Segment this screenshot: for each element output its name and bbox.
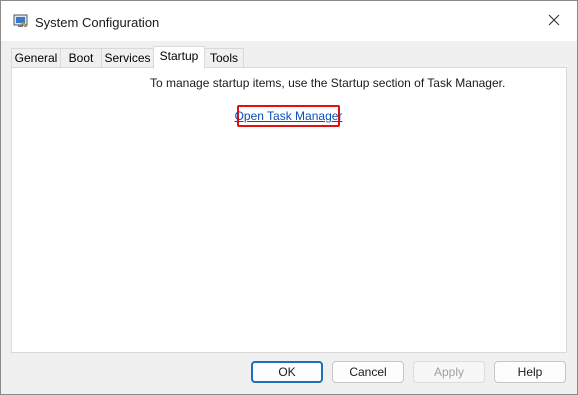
apply-button[interactable]: Apply xyxy=(413,361,485,383)
startup-message: To manage startup items, use the Startup… xyxy=(150,76,506,90)
close-button[interactable] xyxy=(531,1,577,41)
tab-tools[interactable]: Tools xyxy=(204,48,244,67)
cancel-button[interactable]: Cancel xyxy=(332,361,404,383)
title-bar: System Configuration xyxy=(1,1,577,41)
tab-services[interactable]: Services xyxy=(101,48,154,67)
tab-general[interactable]: General xyxy=(11,48,61,67)
close-icon xyxy=(548,14,560,29)
help-button[interactable]: Help xyxy=(494,361,566,383)
highlight-box: Open Task Manager xyxy=(235,105,343,127)
tab-boot[interactable]: Boot xyxy=(60,48,102,67)
ok-button[interactable]: OK xyxy=(251,361,323,383)
tab-startup[interactable]: Startup xyxy=(153,46,205,69)
open-task-manager-link[interactable]: Open Task Manager xyxy=(235,109,343,123)
system-configuration-window: System Configuration General Boot Servic… xyxy=(0,0,578,395)
startup-tab-panel: To manage startup items, use the Startup… xyxy=(11,67,567,353)
msconfig-icon xyxy=(13,13,29,29)
window-title: System Configuration xyxy=(35,15,160,30)
